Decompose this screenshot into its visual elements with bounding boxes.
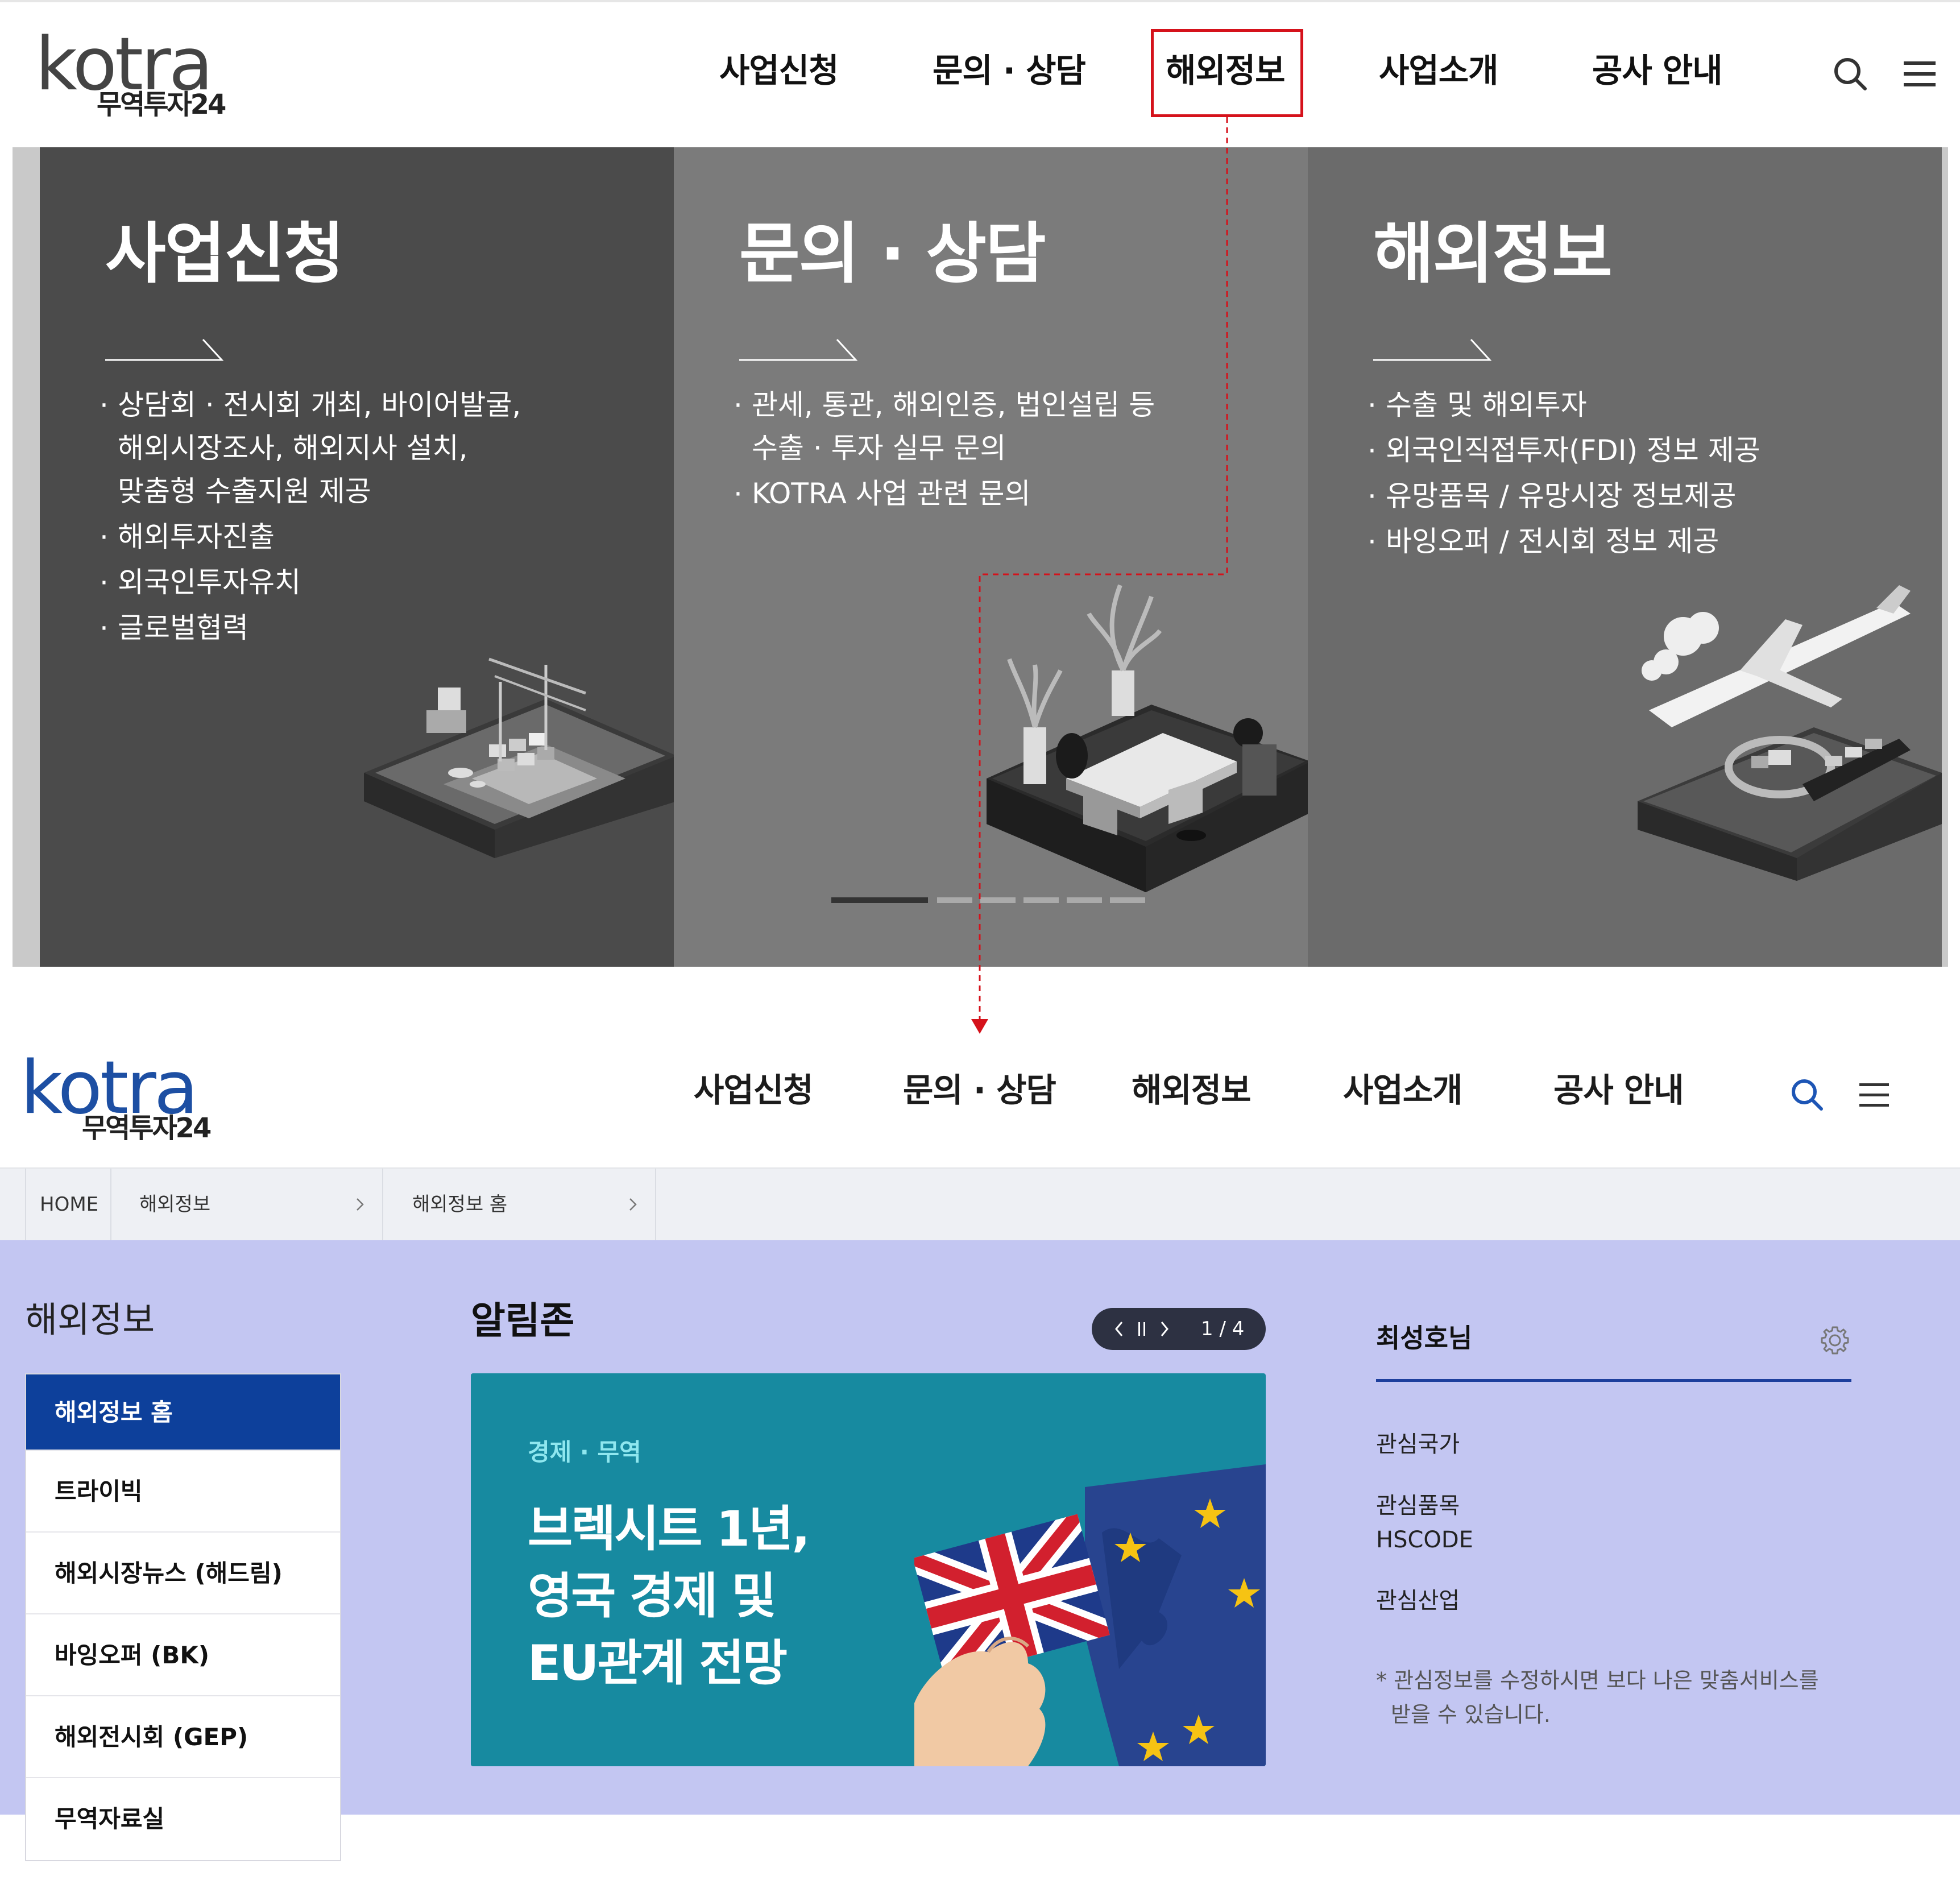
- notice-title: 알림존: [471, 1299, 575, 1343]
- kotra-logo[interactable]: kotra 무역투자24: [20, 1052, 225, 1143]
- hscode-label: HSCODE: [1376, 1527, 1473, 1553]
- sidebar-item-overseas-home[interactable]: 해외정보 홈: [26, 1374, 340, 1451]
- chevron-right-icon[interactable]: [1159, 1320, 1170, 1337]
- sidebar-title: 해외정보: [25, 1299, 155, 1340]
- breadcrumb-divider: [110, 1169, 111, 1240]
- banner-category: 경제 · 무역: [528, 1438, 641, 1466]
- breadcrumb-level1[interactable]: 해외정보: [139, 1169, 210, 1240]
- connector-arrow: [971, 117, 1228, 1034]
- breadcrumb-divider: [382, 1169, 383, 1240]
- breadcrumb-home[interactable]: HOME: [40, 1169, 98, 1240]
- logo-subtitle: 무역투자24: [82, 1112, 212, 1144]
- banner-headline: 브렉시트 1년, 영국 경제 및 EU관계 전망: [528, 1501, 810, 1692]
- nav-company-info[interactable]: 공사 안내: [1553, 1074, 1684, 1107]
- user-divider: [1376, 1379, 1851, 1382]
- sidebar-item-tribig[interactable]: 트라이빅: [26, 1451, 340, 1533]
- pager-count: 1 / 4: [1201, 1318, 1245, 1340]
- sidebar-item-buying-offer[interactable]: 바잉오퍼 (BK): [26, 1614, 340, 1696]
- chevron-right-icon[interactable]: [355, 1197, 364, 1212]
- interest-country-label: 관심국가: [1376, 1431, 1460, 1457]
- interest-industry-label: 관심산업: [1376, 1588, 1460, 1614]
- menu-icon[interactable]: [1859, 1082, 1889, 1109]
- chevron-left-icon[interactable]: [1113, 1320, 1125, 1337]
- breadcrumb-level2[interactable]: 해외정보 홈: [412, 1169, 507, 1240]
- gear-icon[interactable]: [1820, 1325, 1850, 1356]
- user-name: 최성호님: [1376, 1323, 1473, 1353]
- banner-pager: 1 / 4: [1092, 1308, 1266, 1350]
- interest-item-label: 관심품목: [1376, 1493, 1460, 1519]
- breadcrumb-divider: [655, 1169, 656, 1240]
- sidebar-item-trade-library[interactable]: 무역자료실: [26, 1778, 340, 1860]
- sidebar-menu: 해외정보 홈 트라이빅 해외시장뉴스 (해드림) 바잉오퍼 (BK) 해외전시회…: [25, 1373, 341, 1861]
- nav-overseas-info[interactable]: 해외정보: [1132, 1074, 1251, 1107]
- user-info-note: * 관심정보를 수정하시면 보다 나은 맞춤서비스를 받을 수 있습니다.: [1376, 1668, 1819, 1727]
- sidebar-item-exhibition[interactable]: 해외전시회 (GEP): [26, 1696, 340, 1778]
- breadcrumb-divider: [25, 1169, 26, 1240]
- sidebar-item-market-news[interactable]: 해외시장뉴스 (해드림): [26, 1533, 340, 1614]
- nav-business-intro[interactable]: 사업소개: [1343, 1074, 1462, 1107]
- notice-banner[interactable]: 경제 · 무역 브렉시트 1년, 영국 경제 및 EU관계 전망: [471, 1373, 1266, 1766]
- brexit-puzzle-illustration: [914, 1464, 1266, 1766]
- search-icon[interactable]: [1790, 1078, 1824, 1112]
- breadcrumb: HOME 해외정보 해외정보 홈: [0, 1167, 1960, 1240]
- nav-business-apply[interactable]: 사업신청: [694, 1074, 813, 1107]
- nav-inquiry[interactable]: 문의 · 상담: [903, 1074, 1056, 1107]
- pause-icon[interactable]: [1137, 1322, 1146, 1336]
- chevron-right-icon[interactable]: [628, 1197, 637, 1212]
